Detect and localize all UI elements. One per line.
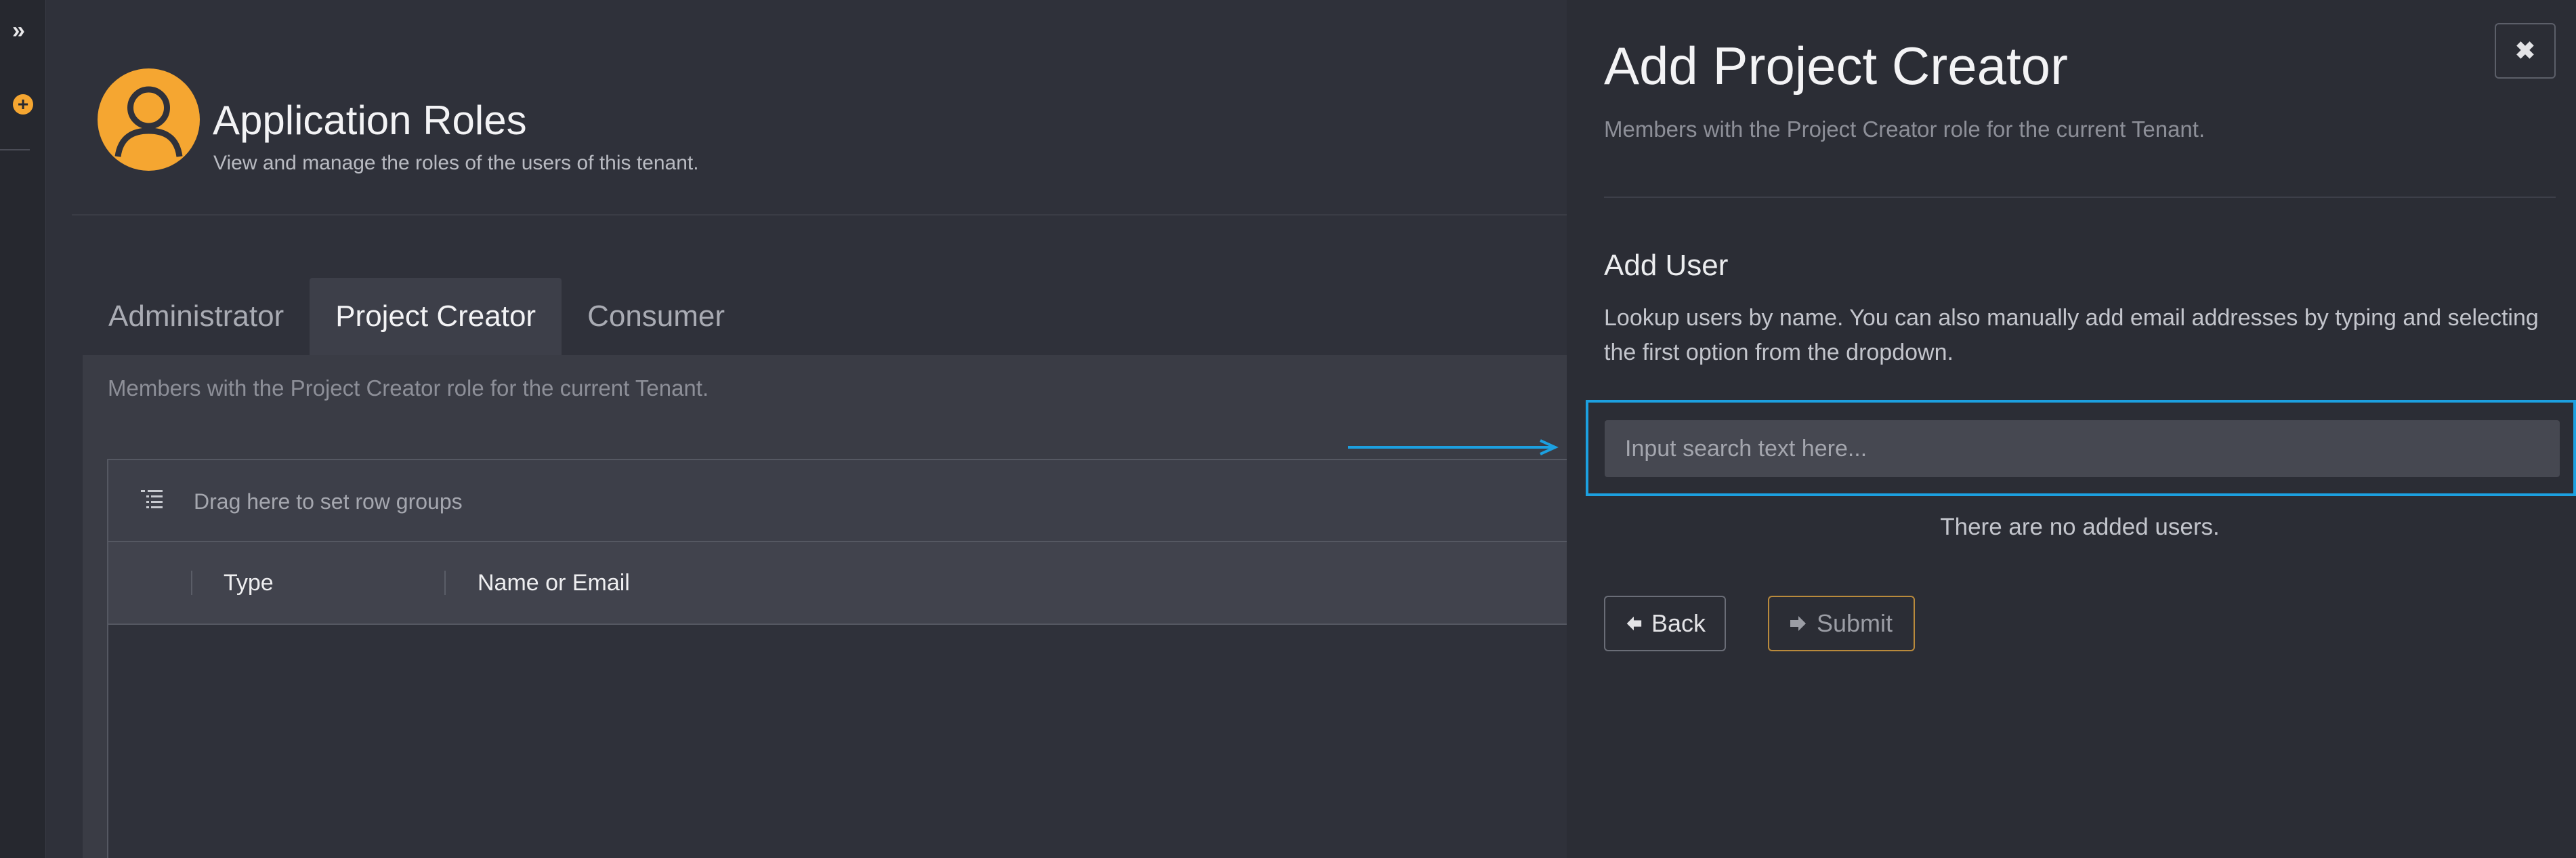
close-icon: ✖: [2514, 37, 2536, 64]
header-divider: [72, 214, 1567, 216]
drawer-title: Add Project Creator: [1604, 36, 2068, 96]
column-separator[interactable]: [191, 571, 192, 595]
rail-divider: [0, 149, 30, 150]
column-header-type[interactable]: Type: [224, 570, 274, 596]
back-button[interactable]: Back: [1604, 596, 1726, 651]
double-chevron-right-icon[interactable]: »: [12, 18, 25, 44]
page-title: Application Roles: [213, 98, 527, 143]
grid-header-row: Type Name or Email: [108, 542, 1567, 625]
add-user-heading: Add User: [1604, 249, 1729, 282]
panel-description: Members with the Project Creator role fo…: [108, 375, 709, 401]
user-avatar-icon: [98, 68, 200, 171]
page-subtitle: View and manage the roles of the users o…: [213, 152, 699, 174]
row-group-placeholder: Drag here to set row groups: [194, 489, 463, 514]
close-button[interactable]: ✖: [2495, 23, 2556, 79]
main-content: Application Roles View and manage the ro…: [46, 0, 1567, 858]
drawer-subtitle: Members with the Project Creator role fo…: [1604, 117, 2205, 142]
no-users-message: There are no added users.: [1940, 514, 2220, 540]
left-rail: » +: [0, 0, 46, 858]
row-group-drop-zone[interactable]: Drag here to set row groups: [108, 460, 1567, 542]
row-groups-icon: [141, 490, 163, 508]
user-search-input[interactable]: [1605, 420, 2560, 477]
annotation-arrow-icon: [1348, 439, 1559, 455]
drawer-divider: [1604, 197, 2556, 198]
arrow-left-icon: [1626, 616, 1642, 631]
tab-consumer[interactable]: Consumer: [562, 278, 751, 355]
add-user-help-text: Lookup users by name. You can also manua…: [1604, 305, 2539, 365]
submit-button[interactable]: Submit: [1768, 596, 1915, 651]
tab-administrator[interactable]: Administrator: [83, 278, 310, 355]
tab-project-creator[interactable]: Project Creator: [310, 278, 562, 355]
column-separator[interactable]: [444, 571, 446, 595]
column-header-name-or-email[interactable]: Name or Email: [478, 570, 630, 596]
members-grid: Drag here to set row groups Type Name or…: [107, 459, 1567, 858]
search-highlight-frame: [1586, 400, 2576, 496]
role-tabs: Administrator Project Creator Consumer: [83, 278, 751, 355]
submit-button-label: Submit: [1817, 609, 1893, 637]
back-button-label: Back: [1651, 609, 1706, 637]
add-project-creator-drawer: ✖ Add Project Creator Members with the P…: [1567, 0, 2576, 858]
tab-panel: Members with the Project Creator role fo…: [83, 355, 1567, 858]
arrow-right-icon: [1790, 616, 1806, 631]
plus-circle-icon[interactable]: +: [13, 94, 33, 115]
